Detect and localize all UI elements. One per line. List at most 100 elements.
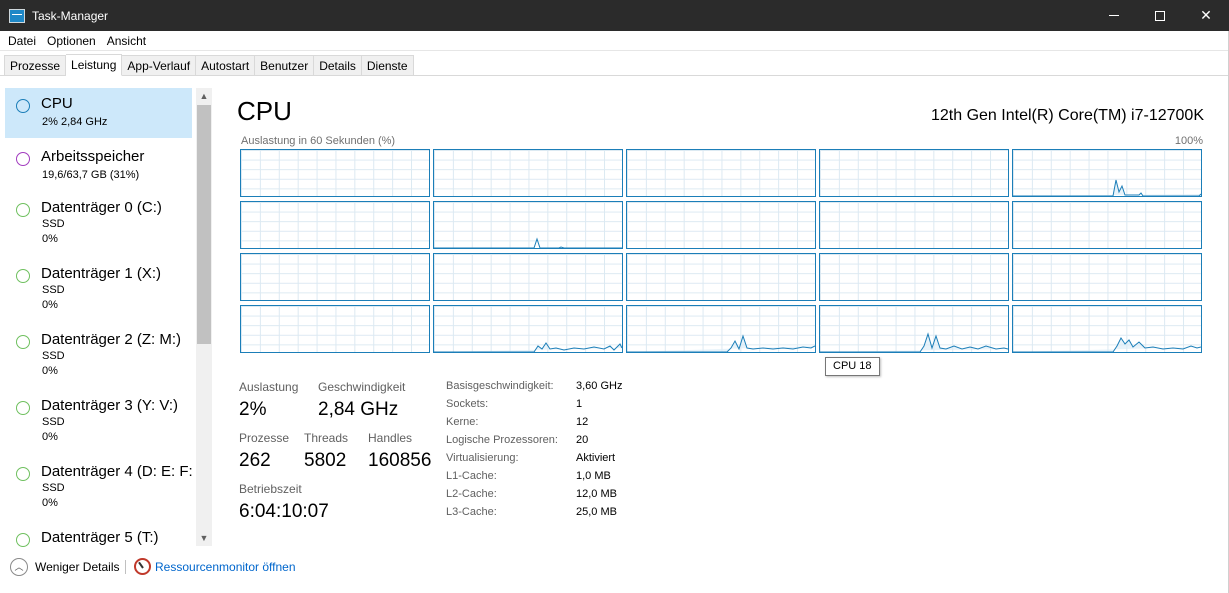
- tab-dienste[interactable]: Dienste: [361, 55, 414, 76]
- footer: ︿ Weniger Details Ressourcenmonitor öffn…: [0, 555, 1229, 580]
- chevron-up-icon[interactable]: ︿: [10, 558, 28, 576]
- sidebar-item-label: Datenträger 1 (X:): [41, 265, 162, 282]
- sidebar-item-usage: 0%: [42, 299, 58, 311]
- cpu-graph-19[interactable]: [1012, 305, 1202, 353]
- spec-label: L1-Cache:: [446, 470, 497, 482]
- cpu-graph-4[interactable]: [1012, 149, 1202, 197]
- tab-app-verlauf[interactable]: App-Verlauf: [122, 55, 197, 76]
- spec-value: 25,0 MB: [576, 506, 617, 518]
- sidebar-item-usage: 0%: [42, 233, 58, 245]
- cpu-graph-10[interactable]: [240, 253, 430, 301]
- cpu-graph-11[interactable]: [433, 253, 623, 301]
- sidebar-item-disk-2[interactable]: Datenträger 2 (Z: M:) SSD 0%: [5, 324, 192, 388]
- usage-label: Auslastung: [239, 380, 299, 394]
- cpu-graph-9[interactable]: [1012, 201, 1202, 249]
- sidebar-item-label: Datenträger 4 (D: E: F:: [41, 463, 193, 480]
- sidebar-scrollbar[interactable]: ▲ ▼: [196, 88, 212, 546]
- tab-benutzer[interactable]: Benutzer: [255, 55, 315, 76]
- cpu-graph-19-line: [1013, 337, 1201, 352]
- spec-value: 20: [576, 434, 589, 446]
- cpu-graph-0[interactable]: [240, 149, 430, 197]
- spec-value: 3,60 GHz: [576, 380, 623, 392]
- sidebar-item-type: SSD: [42, 350, 65, 362]
- sidebar-item-cpu[interactable]: CPU 2% 2,84 GHz: [5, 88, 192, 138]
- resource-list: CPU 2% 2,84 GHz Arbeitsspeicher 19,6/63,…: [0, 86, 213, 547]
- tab-prozesse[interactable]: Prozesse: [4, 55, 67, 76]
- spec-label: Logische Prozessoren:: [446, 434, 558, 446]
- cpu-graph-12[interactable]: [626, 253, 816, 301]
- sidebar-item-disk-0[interactable]: Datenträger 0 (C:) SSD 0%: [5, 192, 192, 256]
- processes-label: Prozesse: [239, 431, 290, 445]
- menu-ansicht[interactable]: Ansicht: [103, 34, 150, 48]
- cpu-graph-14[interactable]: [1012, 253, 1202, 301]
- disk-status-icon: [16, 269, 30, 283]
- disk-status-icon: [16, 467, 30, 481]
- cpu-graph-5[interactable]: [240, 201, 430, 249]
- tab-details[interactable]: Details: [314, 55, 362, 76]
- spec-value: 12: [576, 416, 589, 428]
- disk-status-icon: [16, 203, 30, 217]
- cpu-graph-6-line: [434, 237, 622, 248]
- uptime-value: 6:04:10:07: [239, 501, 329, 522]
- spec-label: L3-Cache:: [446, 506, 497, 518]
- handles-label: Handles: [368, 431, 413, 445]
- scrollbar-thumb[interactable]: [197, 105, 211, 344]
- sidebar-item-disk-4[interactable]: Datenträger 4 (D: E: F: SSD 0%: [5, 456, 193, 520]
- cpu-graph-7[interactable]: [626, 201, 816, 249]
- cpu-graph-18[interactable]: [819, 305, 1009, 353]
- spec-label: L2-Cache:: [446, 488, 497, 500]
- disk-status-icon: [16, 533, 30, 547]
- speed-label: Geschwindigkeit: [318, 380, 406, 394]
- sidebar-item-disk-3[interactable]: Datenträger 3 (Y: V:) SSD 0%: [5, 390, 192, 454]
- threads-label: Threads: [304, 431, 349, 445]
- cpu-graph-2[interactable]: [626, 149, 816, 197]
- menu-optionen[interactable]: Optionen: [43, 34, 100, 48]
- spec-value: 12,0 MB: [576, 488, 617, 500]
- graph-tooltip: CPU 18: [825, 357, 880, 376]
- sidebar-item-type: SSD: [42, 482, 65, 494]
- spec-label: Sockets:: [446, 398, 489, 410]
- resource-monitor-icon[interactable]: [134, 558, 151, 575]
- sidebar-item-usage: 0%: [42, 431, 58, 443]
- cpu-graph-15[interactable]: [240, 305, 430, 353]
- disk-status-icon: [16, 401, 30, 415]
- sidebar-item-disk-5[interactable]: Datenträger 5 (T:): [5, 522, 192, 547]
- close-button[interactable]: ✕: [1183, 0, 1229, 31]
- cpu-graph-17-line: [627, 334, 815, 352]
- scroll-up-icon[interactable]: ▲: [196, 88, 212, 104]
- cpu-graph-13[interactable]: [819, 253, 1009, 301]
- sidebar-item-memory[interactable]: Arbeitsspeicher 19,6/63,7 GB (31%): [5, 141, 192, 191]
- minimize-icon: [1109, 15, 1119, 16]
- cpu-graph-17[interactable]: [626, 305, 816, 353]
- cpu-graph-1[interactable]: [433, 149, 623, 197]
- page-title: CPU: [237, 96, 292, 126]
- sidebar-item-disk-1[interactable]: Datenträger 1 (X:) SSD 0%: [5, 258, 192, 322]
- graph-max-label: 100%: [1174, 135, 1203, 147]
- open-resource-monitor-link[interactable]: Ressourcenmonitor öffnen: [155, 560, 296, 574]
- maximize-button[interactable]: [1137, 0, 1183, 31]
- fewer-details-button[interactable]: Weniger Details: [35, 560, 119, 574]
- cpu-graph-3[interactable]: [819, 149, 1009, 197]
- cpu-graph-6[interactable]: [433, 201, 623, 249]
- tab-leistung[interactable]: Leistung: [66, 54, 123, 76]
- maximize-icon: [1155, 10, 1165, 21]
- scroll-down-icon[interactable]: ▼: [196, 530, 212, 546]
- cpu-graph-16[interactable]: [433, 305, 623, 353]
- spec-label: Kerne:: [446, 416, 479, 428]
- threads-value: 5802: [304, 450, 347, 471]
- sidebar-item-usage: 0%: [42, 497, 58, 509]
- sidebar-item-detail: 2% 2,84 GHz: [42, 116, 108, 128]
- sidebar-item-type: SSD: [42, 284, 65, 296]
- sidebar-item-label: Datenträger 3 (Y: V:): [41, 397, 179, 414]
- tab-autostart[interactable]: Autostart: [196, 55, 256, 76]
- minimize-button[interactable]: [1091, 0, 1137, 31]
- sidebar-item-label: Datenträger 2 (Z: M:): [41, 331, 182, 348]
- menu-bar: Datei Optionen Ansicht: [0, 31, 1229, 51]
- menu-datei[interactable]: Datei: [4, 34, 40, 48]
- sidebar-item-label: Datenträger 5 (T:): [41, 529, 159, 546]
- sidebar-item-type: SSD: [42, 218, 65, 230]
- cpu-status-icon: [16, 99, 30, 113]
- cpu-graph-8[interactable]: [819, 201, 1009, 249]
- spec-label: Basisgeschwindigkeit:: [446, 380, 554, 392]
- processes-value: 262: [239, 450, 271, 471]
